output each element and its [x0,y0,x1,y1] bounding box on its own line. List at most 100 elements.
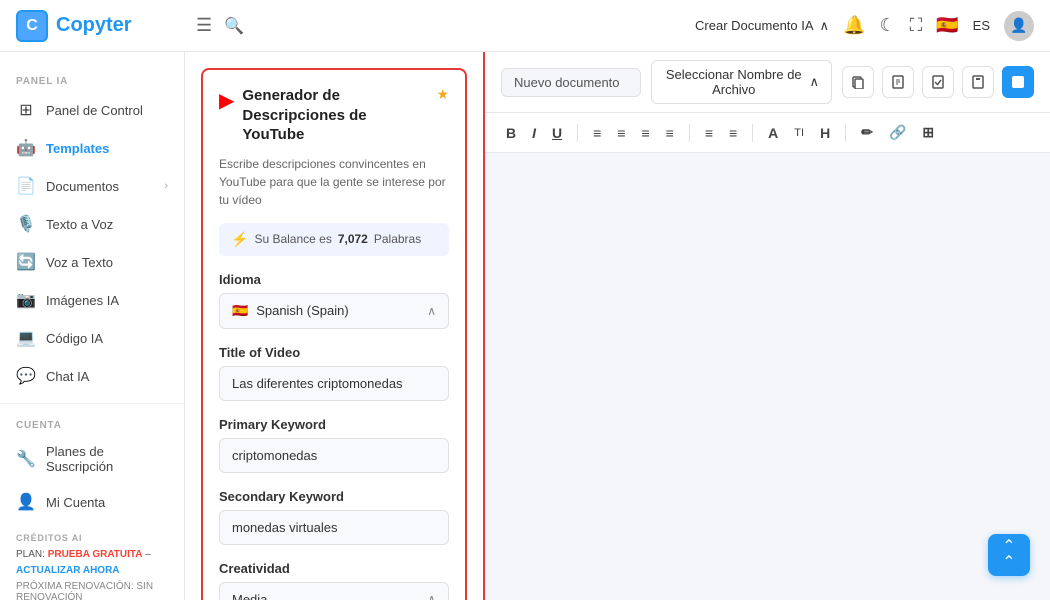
sidebar-label-codigo: Código IA [46,331,168,346]
fab-button[interactable]: ⌃⌃ [988,534,1030,576]
sidebar-item-templates[interactable]: 🤖 Templates [0,129,184,167]
active-doc-icon [1011,75,1025,89]
primary-keyword-field: Primary Keyword [219,417,449,473]
creatividad-value: Media [232,592,419,600]
sidebar-item-voz-a-texto[interactable]: 🔄 Voz a Texto [0,243,184,281]
next-renewal: PRÓXIMA RENOVACIÓN: SIN RENOVACIÓN [16,581,168,600]
flag-icon[interactable]: 🇪🇸 [936,15,958,36]
toolbar-doc2-button[interactable] [882,66,914,98]
toolbar-doc3-button[interactable] [922,66,954,98]
title-label: Title of Video [219,345,449,360]
cuenta-label: CUENTA [0,412,184,435]
avatar[interactable]: 👤 [1004,11,1034,41]
separator-4 [845,124,846,142]
credits-label: CRÉDITOS AI [16,533,168,543]
balance-prefix: Su Balance es [254,232,331,246]
creatividad-label: Creatividad [219,561,449,576]
select-name-button[interactable]: Seleccionar Nombre de Archivo ∧ [651,60,832,104]
language-value: Spanish (Spain) [256,303,419,318]
main-layout: PANEL IA ⊞ Panel de Control 🤖 Templates … [0,52,1050,600]
youtube-icon: ▶ [219,88,234,113]
hamburger-icon[interactable]: ☰ [196,15,212,36]
editor-format-bar: B I U ≡ ≡ ≡ ≡ ≡ ≡ A TI H ✏ 🔗 ⊞ [485,113,1050,153]
logo-icon: C [16,10,48,42]
doc-name-field[interactable]: Nuevo documento [501,68,641,97]
separator-2 [689,124,690,142]
chevron-up-icon3: ∧ [809,74,819,90]
search-icon[interactable]: 🔍 [224,16,244,36]
camera-icon: 📷 [16,290,36,310]
format-bold[interactable]: B [501,122,521,144]
sidebar-item-mi-cuenta[interactable]: 👤 Mi Cuenta [0,483,184,521]
moon-icon[interactable]: ☾ [879,15,895,36]
sidebar-item-chat-ia[interactable]: 💬 Chat IA [0,357,184,395]
create-doc-button[interactable]: Crear Documento IA ∧ [695,18,829,34]
bell-icon[interactable]: 🔔 [843,15,865,36]
star-icon: ★ [436,86,449,103]
tool-panel-inner: ▶ Generador de Descripciones de YouTube … [201,68,467,600]
convert-icon: 🔄 [16,252,36,272]
share-icon [971,75,985,89]
export-icon [891,75,905,89]
format-font-color[interactable]: A [763,122,783,144]
toolbar-doc4-button[interactable] [962,66,994,98]
sidebar-item-panel-de-control[interactable]: ⊞ Panel de Control [0,91,184,129]
fullscreen-icon[interactable]: ⛶ [910,15,923,36]
sidebar-item-codigo-ia[interactable]: 💻 Código IA [0,319,184,357]
editor-panel: Nuevo documento Seleccionar Nombre de Ar… [485,52,1050,600]
code-icon: 💻 [16,328,36,348]
header-right: Crear Documento IA ∧ 🔔 ☾ ⛶ 🇪🇸 ES 👤 [695,11,1034,41]
balance-box: ⚡ Su Balance es 7,072 Palabras [219,223,449,256]
sidebar-item-documentos[interactable]: 📄 Documentos › [0,167,184,205]
format-pen[interactable]: ✏ [856,121,878,144]
creatividad-select[interactable]: Media ∧ [219,582,449,600]
creatividad-field: Creatividad Media ∧ [219,561,449,600]
chevron-up-icon: ∧ [427,304,436,318]
panel-ia-label: PANEL IA [0,68,184,91]
language-select[interactable]: 🇪🇸 Spanish (Spain) ∧ [219,293,449,329]
chevron-up-icon: ∧ [820,18,830,34]
lightning-icon: ⚡ [231,231,248,248]
sidebar: PANEL IA ⊞ Panel de Control 🤖 Templates … [0,52,185,600]
language-flag: 🇪🇸 [232,303,248,319]
format-list-ordered[interactable]: ≡ [700,122,718,144]
plan-free-link[interactable]: PRUEBA GRATUITA [48,549,143,560]
sidebar-label-voz-texto: Voz a Texto [46,255,168,270]
balance-amount: 7,072 [338,232,368,246]
format-align-center[interactable]: ≡ [612,122,630,144]
copy-icon [851,75,865,89]
secondary-keyword-field: Secondary Keyword [219,489,449,545]
toolbar-doc1-button[interactable] [842,66,874,98]
document-icon: 📄 [16,176,36,196]
format-link[interactable]: 🔗 [884,121,911,144]
balance-suffix: Palabras [374,232,421,246]
sidebar-item-texto-a-voz[interactable]: 🎙️ Texto a Voz [0,205,184,243]
tool-panel: ▶ Generador de Descripciones de YouTube … [185,52,485,600]
format-align-left[interactable]: ≡ [588,122,606,144]
plan-text: PLAN: PRUEBA GRATUITA – ACTUALIZAR AHORA [16,547,168,579]
format-italic[interactable]: I [527,122,541,144]
format-table[interactable]: ⊞ [917,121,939,144]
sidebar-label-imagenes: Imágenes IA [46,293,168,308]
tool-title: Generador de Descripciones de YouTube [242,86,428,145]
sidebar-item-planes[interactable]: 🔧 Planes de Suscripción [0,435,184,483]
sidebar-label-chat: Chat IA [46,369,168,384]
secondary-keyword-input[interactable] [219,510,449,545]
sidebar-item-imagenes[interactable]: 📷 Imágenes IA [0,281,184,319]
editor-toolbar-top: Nuevo documento Seleccionar Nombre de Ar… [485,52,1050,113]
tool-description: Escribe descripciones convincentes en Yo… [219,155,449,209]
title-input[interactable] [219,366,449,401]
format-heading[interactable]: H [815,122,835,144]
format-font-size[interactable]: TI [789,124,809,142]
sidebar-label-cuenta: Mi Cuenta [46,495,168,510]
plan-upgrade-link[interactable]: ACTUALIZAR AHORA [16,565,120,576]
format-align-right[interactable]: ≡ [636,122,654,144]
format-list-unordered[interactable]: ≡ [724,122,742,144]
primary-keyword-input[interactable] [219,438,449,473]
format-underline[interactable]: U [547,122,567,144]
settings-icon: 🔧 [16,449,36,469]
editor-content[interactable] [485,153,1050,600]
format-align-justify[interactable]: ≡ [661,122,679,144]
toolbar-doc-active-button[interactable] [1002,66,1034,98]
save-icon [931,75,945,89]
